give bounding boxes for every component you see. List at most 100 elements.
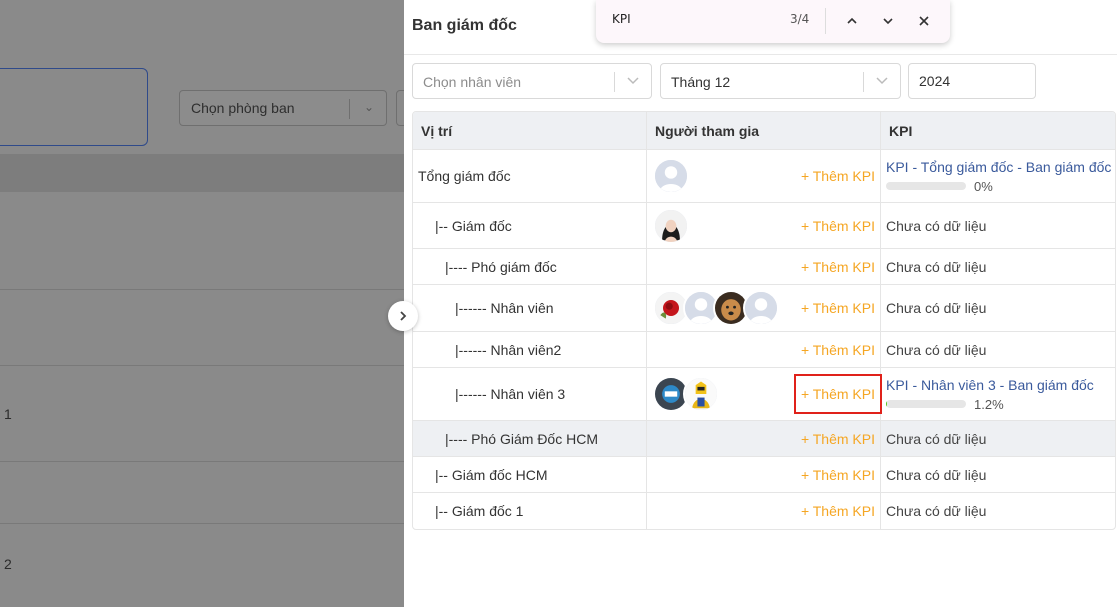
add-kpi-button[interactable]: + Thêm KPI (801, 503, 875, 519)
employee-select[interactable]: Chọn nhân viên (412, 63, 652, 99)
add-kpi-button[interactable]: + Thêm KPI (801, 431, 875, 447)
table-row: |-- Giám đốc + Thêm KPI Chưa có dữ liệu (413, 203, 1115, 249)
kpi-empty-text: Chưa có dữ liệu (886, 503, 987, 519)
avatar[interactable] (683, 376, 719, 412)
kpi-link[interactable]: KPI - Nhân viên 3 - Ban giám đốc (886, 377, 1115, 393)
find-previous-button[interactable] (840, 9, 864, 33)
avatar[interactable] (653, 207, 689, 244)
header-position: Vị trí (413, 112, 647, 149)
position-cell: |-- Giám đốc 1 (413, 493, 647, 529)
add-kpi-button[interactable]: + Thêm KPI (801, 467, 875, 483)
find-close-button[interactable] (912, 9, 936, 33)
year-input-value: 2024 (919, 73, 951, 89)
progress-text: 1.2% (974, 396, 1004, 412)
kpi-table: Vị trí Người tham gia KPI Tổng giám đốc … (412, 111, 1116, 530)
table-row: |---- Phó Giám Đốc HCM + Thêm KPI Chưa c… (413, 421, 1115, 457)
find-next-button[interactable] (876, 9, 900, 33)
position-cell: |-- Giám đốc (413, 203, 647, 248)
table-header: Vị trí Người tham gia KPI (413, 112, 1115, 150)
position-cell: |---- Phó Giám Đốc HCM (413, 421, 647, 456)
avatar-group (653, 376, 719, 412)
background-row-number: 1 (4, 406, 12, 422)
chevron-right-icon (400, 311, 407, 321)
participants-cell: + Thêm KPI (647, 421, 881, 456)
kpi-empty-text: Chưa có dữ liệu (886, 300, 987, 316)
default-user-icon (655, 160, 687, 192)
kpi-empty-text: Chưa có dữ liệu (886, 341, 987, 358)
kpi-link[interactable]: KPI - Tổng giám đốc - Ban giám đốc (886, 159, 1115, 175)
participants-cell: + Thêm KPI (647, 203, 881, 248)
progress-track (886, 182, 966, 190)
select-separator (863, 72, 864, 92)
position-cell: |------ Nhân viên2 (413, 332, 647, 367)
avatar-group (653, 290, 779, 326)
kpi-cell: Chưa có dữ liệu (881, 493, 1115, 529)
kpi-cell: Chưa có dữ liệu (881, 285, 1115, 331)
kpi-cell: Chưa có dữ liệu (881, 457, 1115, 492)
table-row: |---- Phó giám đốc + Thêm KPI Chưa có dữ… (413, 249, 1115, 285)
select-separator (349, 99, 350, 119)
person-photo-icon (655, 209, 687, 242)
header-kpi: KPI (889, 122, 913, 139)
chevron-down-icon (876, 77, 888, 85)
progress-fill (886, 400, 888, 408)
default-user-icon (745, 292, 777, 324)
background-row-divider (0, 461, 404, 462)
kpi-cell: Chưa có dữ liệu (881, 421, 1115, 456)
kpi-cell: KPI - Tổng giám đốc - Ban giám đốc 0% (881, 150, 1115, 202)
participants-cell: + Thêm KPI (647, 493, 881, 529)
kpi-progress: 0% (886, 179, 1115, 194)
avatar[interactable] (743, 290, 779, 326)
find-separator (825, 8, 826, 34)
department-select[interactable]: Chọn phòng ban ⌄ (179, 90, 387, 126)
add-kpi-button[interactable]: + Thêm KPI (793, 374, 883, 414)
find-match-count: 3/4 (790, 12, 810, 26)
add-kpi-button[interactable]: + Thêm KPI (801, 342, 875, 358)
kpi-cell: Chưa có dữ liệu (881, 249, 1115, 284)
position-cell: |---- Phó giám đốc (413, 249, 647, 284)
find-bar: KPI 3/4 (596, 0, 950, 43)
kpi-empty-text: Chưa có dữ liệu (886, 217, 987, 234)
kpi-progress: 1.2% (886, 397, 1115, 412)
participants-cell: + Thêm KPI (647, 285, 881, 331)
background-row-divider (0, 365, 404, 366)
background-row-divider (0, 289, 404, 290)
position-cell: |-- Giám đốc HCM (413, 457, 647, 492)
avatar-group (653, 207, 689, 244)
background-page: Chọn phòng ban ⌄ 1 2 (0, 0, 408, 607)
add-kpi-button[interactable]: + Thêm KPI (801, 259, 875, 275)
find-input[interactable]: KPI (612, 12, 631, 26)
month-select-value: Tháng 12 (671, 74, 731, 90)
background-row-number: 2 (4, 556, 12, 572)
add-kpi-button[interactable]: + Thêm KPI (801, 300, 875, 316)
table-row: |------ Nhân viên2 + Thêm KPI Chưa có dữ… (413, 332, 1115, 368)
month-select[interactable]: Tháng 12 (660, 63, 901, 99)
table-row: |-- Giám đốc 1 + Thêm KPI Chưa có dữ liệ… (413, 493, 1115, 529)
participants-cell: + Thêm KPI (647, 332, 881, 367)
close-icon (919, 16, 929, 26)
background-card (0, 68, 148, 146)
avatar-group (653, 158, 689, 194)
avatar[interactable] (653, 158, 689, 194)
employee-select-placeholder: Chọn nhân viên (423, 74, 522, 90)
kpi-empty-text: Chưa có dữ liệu (886, 466, 987, 483)
drawer-title: Ban giám đốc (412, 17, 517, 34)
add-kpi-button[interactable]: + Thêm KPI (801, 218, 875, 234)
hero-avatar-icon (685, 378, 717, 410)
progress-track (886, 400, 966, 408)
chevron-down-icon: ⌄ (363, 100, 374, 114)
department-select-placeholder: Chọn phòng ban (191, 100, 295, 116)
add-kpi-button[interactable]: + Thêm KPI (801, 168, 875, 184)
select-separator (614, 72, 615, 92)
kpi-cell: Chưa có dữ liệu (881, 332, 1115, 367)
table-row: |------ Nhân viên 3 + Thêm KPI KPI - Nhâ… (413, 368, 1115, 421)
chevron-down-icon (627, 77, 639, 85)
kpi-cell: Chưa có dữ liệu (881, 203, 1115, 248)
year-input[interactable]: 2024 (908, 63, 1036, 99)
divider (404, 54, 1117, 55)
collapse-drawer-button[interactable] (388, 301, 418, 331)
kpi-empty-text: Chưa có dữ liệu (886, 258, 987, 275)
position-cell: |------ Nhân viên 3 (413, 368, 647, 420)
table-row: |------ Nhân viên + Thêm KPI Chưa có dữ … (413, 285, 1115, 332)
table-row: |-- Giám đốc HCM + Thêm KPI Chưa có dữ l… (413, 457, 1115, 493)
